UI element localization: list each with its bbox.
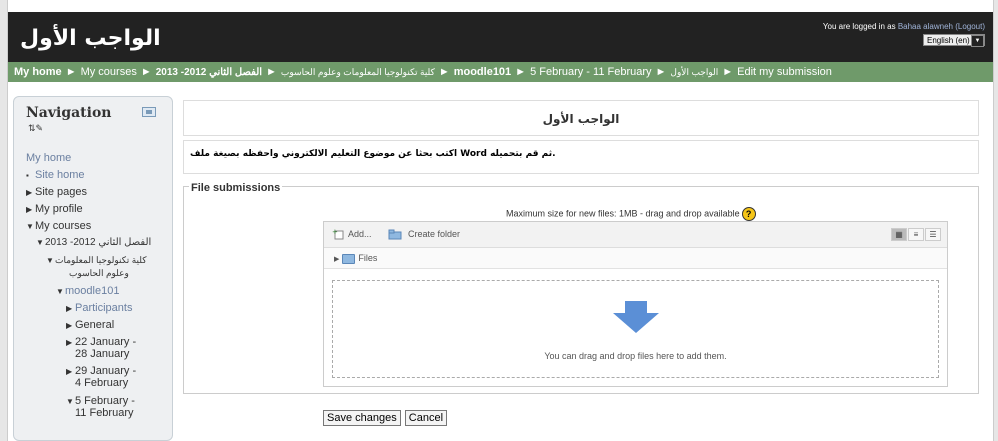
svg-text:+: + bbox=[332, 229, 338, 236]
bullet-icon: ▪ bbox=[26, 171, 29, 180]
assignment-title: الواجب الأول bbox=[542, 112, 620, 126]
login-prefix: You are logged in as bbox=[822, 22, 896, 31]
breadcrumb-separator-icon: ► bbox=[266, 66, 277, 78]
navigation-block: Navigation ⇅✎ My home ▪ Site home ▶ Site p… bbox=[13, 96, 173, 441]
username-link[interactable]: Bahaa alawneh bbox=[898, 22, 953, 31]
breadcrumb: My home ► My courses ► كلية تكنولوجيا المعلو… bbox=[8, 62, 993, 82]
nav-item-general[interactable]: ▶ General bbox=[66, 319, 114, 332]
breadcrumb-item-current: Edit my submission bbox=[737, 66, 832, 78]
drop-zone-text: You can drag and drop files here to add … bbox=[544, 351, 727, 361]
breadcrumb-item-course[interactable]: moodle101 bbox=[454, 66, 511, 78]
tree-view-icon[interactable]: ☰ bbox=[925, 228, 941, 241]
icon-view-icon[interactable]: ▦ bbox=[891, 228, 907, 241]
site-title: الواجب الأول bbox=[20, 26, 161, 51]
breadcrumb-item-semester[interactable]: الفصل الثاني 2012- 2013 bbox=[156, 67, 262, 78]
nav-item-label: Site pages bbox=[35, 186, 87, 198]
breadcrumb-separator-icon: ► bbox=[140, 66, 152, 78]
file-picker-toolbar: + Add... Create folder ▦ ≡ ☰ bbox=[324, 222, 947, 248]
nav-item-semester[interactable]: ▼الفصل الثاني 2012- 2013 bbox=[36, 237, 151, 249]
triangle-down-icon: ▼ bbox=[46, 256, 54, 265]
assignment-intro: اكتب بحثا عن موضوع التعليم الالكتروني وا… bbox=[190, 149, 556, 159]
move-edit-icons[interactable]: ⇅✎ bbox=[28, 123, 43, 134]
triangle-right-icon: ▶ bbox=[66, 304, 73, 313]
view-switcher: ▦ ≡ ☰ bbox=[890, 228, 941, 241]
language-select[interactable]: English (en) ▼ bbox=[923, 34, 985, 47]
login-info: You are logged in as Bahaa alawneh (Logo… bbox=[823, 22, 985, 31]
breadcrumb-item-my-courses[interactable]: My courses bbox=[81, 66, 137, 78]
add-file-label: Add... bbox=[348, 229, 372, 239]
nav-item-week-22-jan-cont: 28 January bbox=[75, 348, 130, 360]
chevron-right-icon: ▶ bbox=[334, 256, 340, 263]
breadcrumb-separator-icon: ► bbox=[515, 66, 527, 78]
triangle-right-icon: ▶ bbox=[66, 321, 73, 330]
breadcrumb-item-week[interactable]: 5 February - 11 February bbox=[530, 66, 651, 78]
triangle-right-icon: ▶ bbox=[26, 205, 33, 214]
triangle-right-icon: ▶ bbox=[66, 338, 73, 347]
nav-item-my-courses[interactable]: ▼My courses bbox=[26, 220, 91, 233]
drop-zone[interactable]: You can drag and drop files here to add … bbox=[332, 280, 939, 378]
nav-item-site-pages[interactable]: ▶ Site pages bbox=[26, 186, 87, 199]
breadcrumb-separator-icon: ► bbox=[722, 66, 734, 78]
help-icon[interactable]: ? bbox=[741, 207, 756, 221]
navigation-block-title: Navigation bbox=[26, 105, 112, 121]
triangle-right-icon: ▶ bbox=[66, 367, 73, 376]
assignment-intro-box: اكتب بحثا عن موضوع التعليم الالكتروني وا… bbox=[183, 140, 979, 174]
breadcrumb-item-faculty[interactable]: كلية تكنولوجيا المعلومات وعلوم الحاسوب bbox=[281, 67, 435, 77]
nav-item-my-profile[interactable]: ▶ My profile bbox=[26, 203, 83, 216]
nav-item-label: My profile bbox=[35, 203, 83, 215]
logout-link[interactable]: (Logout) bbox=[955, 22, 985, 31]
max-size-text: Maximum size for new files: 1MB - drag a… bbox=[506, 208, 740, 219]
nav-item-my-home[interactable]: My home bbox=[26, 152, 71, 164]
create-folder-button[interactable]: Create folder bbox=[388, 229, 460, 240]
breadcrumb-item-assignment[interactable]: الواجب الأول bbox=[670, 67, 718, 77]
down-arrow-icon bbox=[613, 301, 659, 333]
file-submissions-legend: File submissions bbox=[189, 182, 283, 194]
nav-item-label: 29 January - bbox=[75, 365, 137, 377]
nav-item-week-29-jan-cont: 4 February bbox=[75, 377, 129, 389]
path-files[interactable]: ▶ Files bbox=[334, 253, 377, 264]
folder-icon bbox=[342, 253, 356, 264]
save-changes-button[interactable]: Save changes bbox=[323, 410, 401, 426]
nav-item-label: 5 February - bbox=[75, 395, 135, 407]
create-folder-label: Create folder bbox=[408, 229, 461, 239]
file-picker-path: ▶ Files bbox=[324, 248, 947, 269]
breadcrumb-item-my-home[interactable]: My home bbox=[14, 66, 62, 78]
triangle-right-icon: ▶ bbox=[26, 188, 33, 197]
triangle-down-icon: ▼ bbox=[26, 222, 34, 231]
nav-item-label: Participants bbox=[75, 302, 133, 314]
path-files-label: Files bbox=[358, 253, 378, 263]
triangle-down-icon: ▼ bbox=[66, 397, 74, 406]
nav-item-moodle101[interactable]: ▼moodle101 bbox=[56, 285, 119, 298]
add-file-icon: + bbox=[332, 229, 344, 240]
nav-item-label: moodle101 bbox=[65, 285, 120, 297]
nav-item-label: General bbox=[75, 319, 115, 331]
page-header: الواجب الأول You are logged in as Bahaa … bbox=[8, 12, 993, 62]
triangle-down-icon: ▼ bbox=[36, 238, 44, 247]
breadcrumb-separator-icon: ► bbox=[438, 66, 450, 78]
dock-block-icon[interactable] bbox=[142, 107, 156, 117]
breadcrumb-separator-icon: ► bbox=[655, 66, 667, 78]
language-value: English (en) bbox=[927, 36, 970, 45]
form-actions: Save changes Cancel bbox=[323, 410, 448, 426]
nav-item-faculty[interactable]: ▼كلية تكنولوجيا المعلومات bbox=[46, 254, 147, 267]
breadcrumb-separator-icon: ► bbox=[65, 66, 77, 78]
folder-add-icon bbox=[388, 229, 402, 240]
nav-item-site-home[interactable]: ▪ Site home bbox=[26, 169, 85, 182]
file-picker: + Add... Create folder ▦ ≡ ☰ ▶ Files You can… bbox=[323, 221, 948, 387]
nav-item-label: 22 January - bbox=[75, 336, 137, 348]
cancel-button[interactable]: Cancel bbox=[404, 410, 448, 426]
chevron-down-icon: ▼ bbox=[971, 35, 984, 47]
list-view-icon[interactable]: ≡ bbox=[908, 228, 924, 241]
triangle-down-icon: ▼ bbox=[56, 287, 64, 296]
nav-item-participants[interactable]: ▶ Participants bbox=[66, 302, 132, 315]
max-size-info: Maximum size for new files: 1MB - drag a… bbox=[506, 207, 756, 221]
nav-item-faculty-cont: وعلوم الحاسوب bbox=[69, 268, 129, 278]
nav-item-label: كلية تكنولوجيا المعلومات bbox=[55, 255, 147, 265]
add-file-button[interactable]: + Add... bbox=[332, 229, 372, 240]
nav-item-label: الفصل الثاني 2012- 2013 bbox=[45, 237, 152, 248]
nav-item-week-5-feb-cont: 11 February bbox=[75, 407, 134, 419]
nav-item-label: Site home bbox=[35, 169, 85, 181]
nav-item-label: My courses bbox=[35, 220, 92, 232]
assignment-title-box: الواجب الأول bbox=[183, 100, 979, 136]
